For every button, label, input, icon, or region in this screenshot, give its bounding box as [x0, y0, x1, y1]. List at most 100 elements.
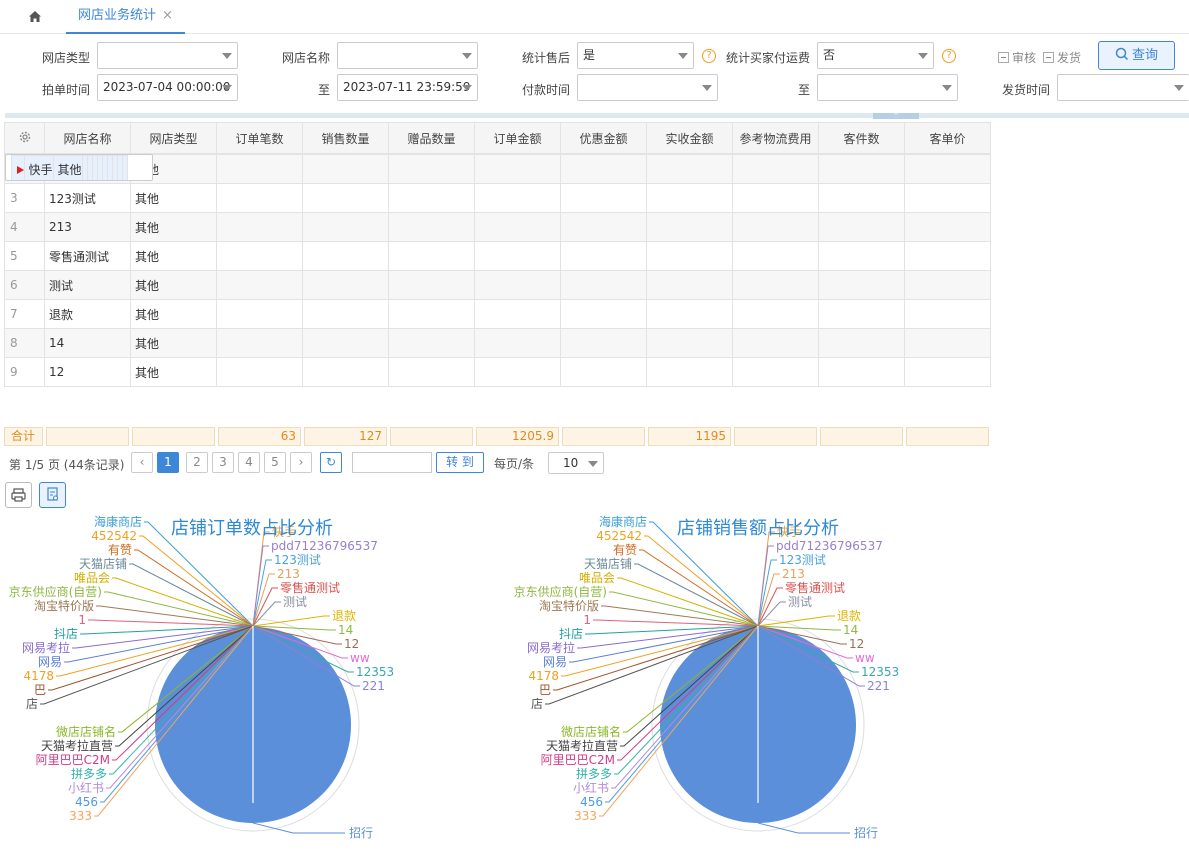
- column-header[interactable]: 客件数: [818, 122, 905, 154]
- row-number: 7: [4, 299, 45, 329]
- cell-shop-type: 其他: [130, 357, 217, 387]
- chevron-down-icon: [462, 85, 472, 91]
- page-button[interactable]: 1: [157, 452, 179, 473]
- slice-label: 1: [583, 613, 591, 627]
- ship-time-select[interactable]: [1057, 74, 1189, 101]
- summary-cell: [562, 427, 645, 446]
- pay-time-from[interactable]: [577, 74, 718, 101]
- slice-label: 网易: [38, 655, 62, 669]
- column-header[interactable]: 网店类型: [130, 122, 217, 154]
- column-header[interactable]: 网店名称: [44, 122, 131, 154]
- column-header[interactable]: 实收金额: [646, 122, 733, 154]
- leader-line: [129, 563, 254, 627]
- slice-label: 唯品会: [74, 571, 110, 585]
- leader-line: [134, 549, 254, 627]
- slice-label: 海康商店: [94, 514, 142, 529]
- sales-pie-chart: 快手pdd71236796537123测试213零售通测试测试退款1412ww1…: [514, 514, 900, 840]
- to-label: 至: [317, 83, 330, 97]
- chart-title: 店铺订单数占比分析: [171, 518, 333, 539]
- collapse-handle[interactable]: ^: [873, 113, 919, 120]
- column-header[interactable]: 优惠金额: [560, 122, 647, 154]
- column-header[interactable]: 订单金额: [474, 122, 561, 154]
- buyer-freight-select[interactable]: 否: [817, 42, 934, 69]
- slice-label: 小红书: [68, 780, 104, 795]
- page-button[interactable]: 2: [186, 452, 208, 473]
- home-icon[interactable]: [26, 8, 44, 26]
- column-header[interactable]: 订单笔数: [216, 122, 303, 154]
- cell-shop-name: 零售通测试: [44, 241, 131, 271]
- chevron-down-icon: [222, 53, 232, 59]
- shop-type-select[interactable]: [97, 42, 238, 69]
- table-row[interactable]: 5 零售通测试 其他: [4, 241, 991, 271]
- table-row[interactable]: 9 12 其他: [4, 357, 991, 387]
- help-icon[interactable]: ?: [942, 49, 956, 63]
- slice-label: 淘宝特价版: [34, 598, 94, 613]
- slice-label: 阿里巴巴C2M: [36, 753, 110, 767]
- table-row[interactable]: 快手 其他: [4, 154, 153, 181]
- shop-name-select[interactable]: [337, 42, 478, 69]
- prev-page-button[interactable]: ‹: [131, 452, 153, 473]
- cell-shop-name: 14: [44, 328, 131, 358]
- slice-label: 唯品会: [579, 571, 615, 585]
- slice-label: pdd71236796537: [776, 539, 883, 553]
- order-time-to[interactable]: 2023-07-11 23:59:59: [337, 74, 478, 101]
- help-icon[interactable]: ?: [702, 49, 716, 63]
- slice-label: 网易考拉: [22, 640, 70, 655]
- slice-label: 京东供应商(自营): [514, 584, 607, 599]
- query-button[interactable]: 查询: [1098, 41, 1175, 70]
- summary-cell: [390, 427, 473, 446]
- slice-label: 12353: [861, 665, 899, 679]
- after-sale-select[interactable]: 是: [577, 42, 694, 69]
- slice-label: 12: [849, 637, 864, 651]
- order-time-from[interactable]: 2023-07-04 00:00:00: [97, 74, 238, 101]
- print-button[interactable]: [5, 482, 32, 508]
- page-button[interactable]: 3: [212, 452, 234, 473]
- audit-checkbox[interactable]: 审核: [998, 49, 1036, 66]
- slice-label: 1: [78, 613, 86, 627]
- slice-label: 4178: [23, 669, 54, 683]
- slice-label: 店: [531, 697, 543, 711]
- slice-label: 网易: [543, 655, 567, 669]
- table-row[interactable]: 6 测试 其他: [4, 270, 991, 300]
- gear-icon: [19, 131, 30, 142]
- tab-shop-stats[interactable]: 网店业务统计 ×: [66, 0, 185, 34]
- tab-label: 网店业务统计: [78, 8, 157, 23]
- page-button[interactable]: 4: [238, 452, 260, 473]
- slice-label: 4178: [528, 669, 559, 683]
- slice-label: 微店店铺名: [561, 724, 621, 739]
- page-jump-input[interactable]: [352, 452, 432, 473]
- shop-type-label: 网店类型: [41, 51, 90, 65]
- column-header[interactable]: 参考物流费用: [732, 122, 819, 154]
- refresh-button[interactable]: ↻: [320, 452, 342, 473]
- row-number: 5: [4, 241, 45, 271]
- cell-shop-name: 213: [44, 212, 131, 242]
- summary-qty: 127: [304, 427, 387, 446]
- leader-line: [617, 577, 759, 627]
- table-row[interactable]: 8 14 其他: [4, 328, 991, 358]
- cell-shop-type: 其他: [130, 299, 217, 329]
- column-settings[interactable]: [4, 122, 45, 154]
- row-indicator: [10, 155, 25, 180]
- page-button[interactable]: 5: [264, 452, 286, 473]
- per-page-select[interactable]: 10: [548, 452, 604, 474]
- ship-checkbox[interactable]: 发货: [1043, 49, 1081, 66]
- per-page-label: 每页/条: [494, 457, 535, 471]
- pay-time-to[interactable]: [817, 74, 958, 101]
- slice-label: 拼多多: [71, 767, 107, 781]
- column-header[interactable]: 赠品数量: [388, 122, 475, 154]
- table-row[interactable]: 3 123测试 其他: [4, 183, 991, 213]
- slice-label: 12: [344, 637, 359, 651]
- slice-label: 退款: [332, 609, 356, 623]
- table-row[interactable]: 4 213 其他: [4, 212, 991, 242]
- summary-orders: 63: [218, 427, 301, 446]
- go-button[interactable]: 转 到: [436, 452, 484, 473]
- table-row[interactable]: 7 退款 其他: [4, 299, 991, 329]
- next-page-button[interactable]: ›: [290, 452, 312, 473]
- column-header[interactable]: 销售数量: [302, 122, 389, 154]
- export-button[interactable]: [39, 482, 66, 508]
- row-number: 4: [4, 212, 45, 242]
- column-header[interactable]: 客单价: [904, 122, 991, 154]
- close-icon[interactable]: ×: [162, 8, 173, 23]
- slice-label: 抖店: [559, 627, 583, 641]
- row-number: 6: [4, 270, 45, 300]
